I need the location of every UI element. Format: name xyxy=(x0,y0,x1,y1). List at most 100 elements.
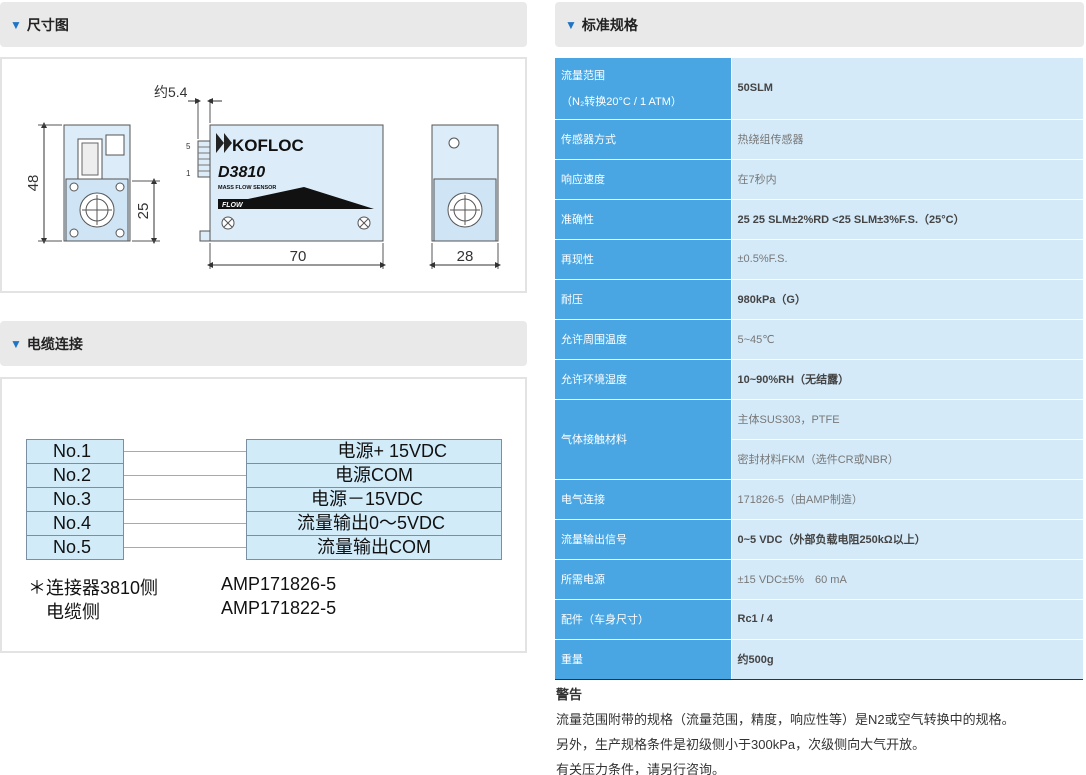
spec-label: 传感器方式 xyxy=(555,119,732,160)
triangle-down-icon: ▼ xyxy=(10,17,22,32)
wire xyxy=(124,523,246,524)
spec-label: 耐压 xyxy=(555,279,732,320)
cable-note-label: 电缆侧 xyxy=(46,602,100,622)
dimensions-title: 尺寸图 xyxy=(26,16,69,33)
warning-line-2: 另外，生产规格条件是初级侧小于300kPa，次级侧向大气开放。 xyxy=(556,737,926,752)
subtitle-text: MASS FLOW SENSOR xyxy=(218,185,276,191)
spec-value-text: 980kPa（G） xyxy=(737,294,806,306)
spec-row: 配件（车身尺寸） Rc1 / 4 xyxy=(555,599,1083,640)
spec-value: ±0.5%F.S. xyxy=(731,239,1083,280)
pin-box-4: No.4 xyxy=(26,511,124,536)
cable-header: ▼ 电缆连接 xyxy=(0,321,527,366)
spec-label: 重量 xyxy=(555,639,732,680)
spec-row: 电气连接 171826-5（由AMP制造） xyxy=(555,479,1083,520)
signal-box-1: 电源+ 15VDC xyxy=(246,439,502,464)
triangle-down-icon: ▼ xyxy=(10,336,22,351)
wire xyxy=(124,475,246,476)
spec-label: 流量范围 （N₂转换20°C / 1 ATM） xyxy=(555,58,732,120)
spec-label: 允许周围温度 xyxy=(555,319,732,360)
signal-box-4: 流量输出0～5VDC xyxy=(246,511,502,536)
signal-box-2: 电源COM xyxy=(246,463,502,488)
spec-row: 允许周围温度 5~45℃ xyxy=(555,319,1083,360)
dimension-drawing: 48 25 KOFLOC D3810 MASS FLOW SENSOR FLOW xyxy=(25,84,501,269)
spec-value-text: 约500g xyxy=(737,654,774,666)
pin-1-label: 1 xyxy=(186,169,191,178)
signal-label: 电源+ 15VDC xyxy=(337,441,447,461)
wire xyxy=(124,547,246,548)
pin-5-label: 5 xyxy=(186,142,191,151)
signal-label: 流量输出0～5VDC xyxy=(296,513,445,533)
specs-header: ▼ 标准规格 xyxy=(555,2,1084,47)
spec-value-text: 50SLM xyxy=(737,82,773,95)
warning-line-1: 流量范围附带的规格（流量范围，精度，响应性等）是N2或空气转换中的规格。 xyxy=(556,712,1015,727)
dim-70-label: 70 xyxy=(290,248,307,265)
flow-text: FLOW xyxy=(222,202,244,209)
spec-label: 所需电源 xyxy=(555,559,732,600)
warning-line-3: 有关压力条件，请另行咨询。 xyxy=(556,762,726,775)
cable-part-number: AMP171822-5 xyxy=(221,598,337,618)
spec-value: 主体SUS303，PTFE xyxy=(731,399,1083,440)
specs-title: 标准规格 xyxy=(581,16,638,33)
spec-label-text: 流量范围 xyxy=(561,70,605,83)
spec-row: 再现性 ±0.5%F.S. xyxy=(555,239,1083,280)
spec-row: 所需电源 ±15 VDC±5% 60 mA xyxy=(555,559,1083,600)
spec-value: 0~5 VDC（外部负载电阻250kΩ以上） xyxy=(731,519,1083,560)
pin-box-2: No.2 xyxy=(26,463,124,488)
cable-title: 电缆连接 xyxy=(26,335,83,352)
spec-label: 允许环境湿度 xyxy=(555,359,732,400)
spec-row: 耐压 980kPa（G） xyxy=(555,279,1083,320)
pin-label: No.5 xyxy=(53,537,92,557)
spec-value-text: 0~5 VDC（外部负载电阻250kΩ以上） xyxy=(737,534,926,546)
dim-48-label: 48 xyxy=(25,175,42,192)
spec-value-text: 10~90%RH（无结露） xyxy=(737,374,850,386)
spec-value: 5~45℃ xyxy=(731,319,1083,360)
spec-value-text: 25 25 SLM±2%RD <25 SLM±3%F.S.（25°C） xyxy=(737,214,965,226)
spec-row: 气体接触材料 主体SUS303，PTFE xyxy=(555,399,1083,480)
signal-label: 流量输出COM xyxy=(317,537,431,557)
pin-label: No.1 xyxy=(53,441,92,461)
spec-row: 传感器方式 热绕组传感器 xyxy=(555,119,1083,160)
spec-label: 流量输出信号 xyxy=(555,519,732,560)
spec-label: 再现性 xyxy=(555,239,732,280)
pin-label: No.2 xyxy=(53,465,92,485)
spec-label: 配件（车身尺寸） xyxy=(555,599,732,640)
dim-54-label: 约5.4 xyxy=(154,84,188,100)
spec-value: 密封材料FKM（选件CR或NBR） xyxy=(731,439,1083,480)
triangle-down-icon: ▼ xyxy=(565,17,577,32)
signal-box-3: 电源－15VDC xyxy=(246,487,502,512)
spec-value: ±15 VDC±5% 60 mA xyxy=(731,559,1083,600)
spec-label: 响应速度 xyxy=(555,159,732,200)
dim-28-label: 28 xyxy=(457,248,474,265)
pin-box-3: No.3 xyxy=(26,487,124,512)
front-view: KOFLOC D3810 MASS FLOW SENSOR FLOW xyxy=(197,124,384,242)
cable-panel: No.1 No.2 No.3 No.4 No.5 电源+ 15VDC 电源COM… xyxy=(0,377,527,653)
spec-value: 25 25 SLM±2%RD <25 SLM±3%F.S.（25°C） xyxy=(731,199,1083,240)
spec-label: 气体接触材料 xyxy=(555,399,732,480)
side-view-left xyxy=(63,124,131,242)
spec-label: 准确性 xyxy=(555,199,732,240)
spec-row: 准确性 25 25 SLM±2%RD <25 SLM±3%F.S.（25°C） xyxy=(555,199,1083,240)
spec-value: 171826-5（由AMP制造） xyxy=(731,479,1083,520)
spec-row: 允许环境湿度 10~90%RH（无结露） xyxy=(555,359,1083,400)
connector-part-number: AMP171826-5 xyxy=(221,574,337,594)
spec-row: 重量 约500g xyxy=(555,639,1083,680)
signal-label: 电源－15VDC xyxy=(310,489,423,509)
wire xyxy=(124,499,246,500)
dimensions-header: ▼ 尺寸图 xyxy=(0,2,527,47)
brand-logo-text: KOFLOC xyxy=(232,136,304,155)
dim-25-label: 25 xyxy=(135,203,152,220)
dimension-drawing-panel: 48 25 KOFLOC D3810 MASS FLOW SENSOR FLOW xyxy=(0,57,527,293)
spec-value: 50SLM xyxy=(731,58,1083,120)
pin-label: No.3 xyxy=(53,489,92,509)
wire xyxy=(124,451,246,452)
spec-row: 响应速度 在7秒内 xyxy=(555,159,1083,200)
spec-label-subtext: （N₂转换20°C / 1 ATM） xyxy=(561,96,682,109)
spec-row-flow-range: 流量范围 （N₂转换20°C / 1 ATM） 50SLM xyxy=(555,58,1083,120)
signal-label: 电源COM xyxy=(335,465,413,485)
spec-row: 流量输出信号 0~5 VDC（外部负载电阻250kΩ以上） xyxy=(555,519,1083,560)
spec-value-text: Rc1 / 4 xyxy=(737,613,773,625)
spec-value: Rc1 / 4 xyxy=(731,599,1083,640)
spec-value: 约500g xyxy=(731,639,1083,680)
spec-value: 在7秒内 xyxy=(731,159,1083,200)
spec-value: 980kPa（G） xyxy=(731,279,1083,320)
